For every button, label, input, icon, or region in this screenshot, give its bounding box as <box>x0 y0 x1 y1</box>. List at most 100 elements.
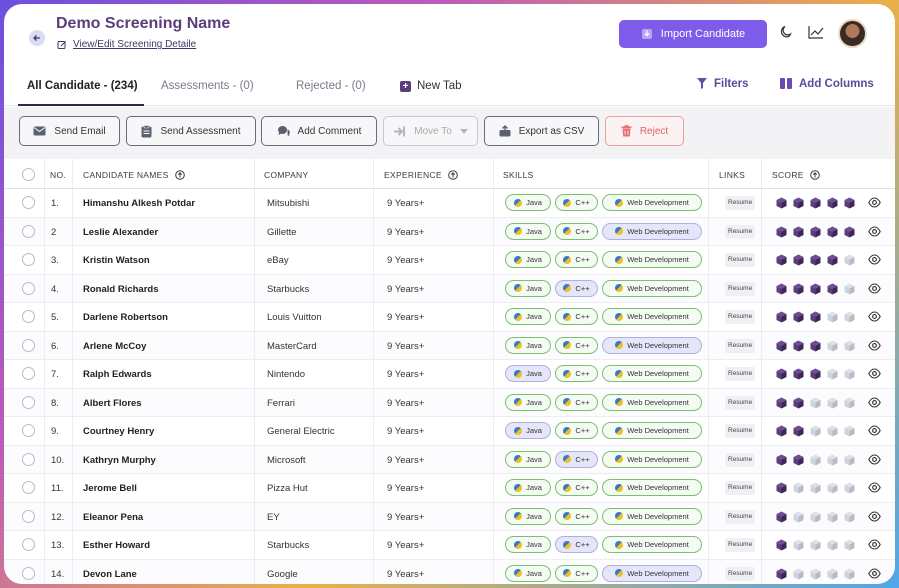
eye-icon[interactable] <box>868 339 881 351</box>
resume-link[interactable]: Resume <box>725 395 756 410</box>
resume-link[interactable]: Resume <box>725 538 756 552</box>
resume-link[interactable]: Resume <box>725 424 756 438</box>
row-checkbox[interactable] <box>22 509 35 523</box>
table-row[interactable]: 13. Esther Howard Starbucks 9 Years+ Java C++… <box>4 531 895 560</box>
table-row[interactable]: 1. Himanshu Alkesh Potdar Mitsubishi 9 Year… <box>4 189 895 218</box>
resume-link[interactable]: Resume <box>725 338 756 353</box>
skill-tag: Web Development <box>602 222 702 240</box>
eye-icon[interactable] <box>868 539 881 550</box>
row-checkbox[interactable] <box>22 424 35 437</box>
table-row[interactable]: 2 Leslie Alexander Gillette 9 Years+ Java C++… <box>4 217 895 246</box>
resume-link[interactable]: Resume <box>725 281 756 296</box>
eye-icon[interactable] <box>868 425 881 436</box>
resume-link[interactable]: Resume <box>725 367 756 381</box>
resume-link[interactable]: Resume <box>725 481 756 495</box>
candidate-name[interactable]: Eleanor Pena <box>83 512 143 523</box>
row-checkbox[interactable] <box>22 224 35 238</box>
score-cube-icon <box>844 482 855 494</box>
resume-link[interactable]: Resume <box>725 310 756 324</box>
resume-link[interactable]: Resume <box>725 509 756 524</box>
eye-icon[interactable] <box>868 254 881 265</box>
resume-link[interactable]: Resume <box>725 566 756 581</box>
send-email-button[interactable]: Send Email <box>19 116 120 146</box>
eye-icon[interactable] <box>868 510 881 522</box>
eye-icon[interactable] <box>868 482 881 493</box>
candidate-name[interactable]: Leslie Alexander <box>83 227 158 238</box>
skill-tag: Java <box>505 365 551 382</box>
table-row[interactable]: 7. Ralph Edwards Nintendo 9 Years+ Java C++ We… <box>4 360 895 389</box>
eye-icon[interactable] <box>868 567 881 579</box>
candidate-name[interactable]: Arlene McCoy <box>83 341 146 352</box>
row-checkbox[interactable] <box>22 395 35 409</box>
candidate-name[interactable]: Courtney Henry <box>83 426 154 437</box>
eye-icon[interactable] <box>868 453 881 465</box>
resume-link[interactable]: Resume <box>725 452 756 467</box>
candidate-name[interactable]: Darlene Robertson <box>83 312 168 323</box>
moon-icon[interactable] <box>779 25 793 39</box>
import-candidate-button[interactable]: Import Candidate <box>619 20 767 48</box>
candidate-name[interactable]: Esther Howard <box>83 540 150 551</box>
tab-all-candidates[interactable]: All Candidate - (234) <box>27 80 138 92</box>
candidate-name[interactable]: Devon Lane <box>83 569 137 580</box>
analytics-icon[interactable] <box>808 25 824 39</box>
row-checkbox[interactable] <box>22 566 35 580</box>
candidate-name[interactable]: Albert Flores <box>83 398 142 409</box>
tab-assessments[interactable]: Assessments - (0) <box>161 80 254 92</box>
table-row[interactable]: 14. Devon Lane Google 9 Years+ Java C++ Web De… <box>4 559 895 584</box>
resume-link[interactable]: Resume <box>725 196 756 210</box>
score-cube-icon <box>776 511 787 522</box>
col-experience[interactable]: EXPERIENCE <box>384 170 458 180</box>
select-all-checkbox[interactable] <box>22 168 35 181</box>
eye-icon[interactable] <box>868 396 881 408</box>
candidate-name[interactable]: Kristin Watson <box>83 255 150 266</box>
table-row[interactable]: 9. Courtney Henry General Electric 9 Years+… <box>4 417 895 446</box>
edit-screening-link[interactable]: View/Edit Screening Detaile <box>57 39 196 50</box>
table-row[interactable]: 6. Arlene McCoy MasterCard 9 Years+ Java C++ W… <box>4 331 895 360</box>
candidate-name[interactable]: Ralph Edwards <box>83 369 152 380</box>
filters-button[interactable]: Filters <box>696 77 749 90</box>
move-to-dropdown[interactable]: Move To <box>383 116 478 146</box>
tab-bar: All Candidate - (234) Assessments - (0) … <box>4 64 895 106</box>
eye-icon[interactable] <box>868 311 881 322</box>
user-avatar[interactable] <box>838 19 867 48</box>
table-row[interactable]: 3. Kristin Watson eBay 9 Years+ Java C++ Web D… <box>4 246 895 275</box>
table-row[interactable]: 8. Albert Flores Ferrari 9 Years+ Java C++ Web… <box>4 388 895 417</box>
tab-rejected[interactable]: Rejected - (0) <box>296 80 366 92</box>
candidate-name[interactable]: Himanshu Alkesh Potdar <box>83 198 195 209</box>
back-button[interactable] <box>29 30 45 46</box>
export-csv-button[interactable]: Export as CSV <box>484 116 599 146</box>
send-assessment-button[interactable]: Send Assessment <box>126 116 256 146</box>
col-score[interactable]: SCORE <box>772 170 820 180</box>
table-row[interactable]: 5. Darlene Robertson Louis Vuitton 9 Years+… <box>4 303 895 332</box>
row-checkbox[interactable] <box>22 452 35 466</box>
row-checkbox[interactable] <box>22 196 35 209</box>
row-checkbox[interactable] <box>22 310 35 323</box>
eye-icon[interactable] <box>868 197 881 208</box>
export-csv-label: Export as CSV <box>518 125 585 137</box>
eye-icon[interactable] <box>868 368 881 379</box>
resume-link[interactable]: Resume <box>725 253 756 267</box>
eye-icon[interactable] <box>868 282 881 294</box>
table-row[interactable]: 10. Kathryn Murphy Microsoft 9 Years+ Java C+… <box>4 445 895 474</box>
row-checkbox[interactable] <box>22 538 35 551</box>
table-row[interactable]: 12. Eleanor Pena EY 9 Years+ Java C++ Web Deve… <box>4 502 895 531</box>
eye-icon[interactable] <box>868 225 881 237</box>
resume-link[interactable]: Resume <box>725 224 756 239</box>
row-checkbox[interactable] <box>22 253 35 266</box>
row-checkbox[interactable] <box>22 281 35 295</box>
add-comment-button[interactable]: Add Comment <box>261 116 377 146</box>
candidate-name[interactable]: Jerome Bell <box>83 483 137 494</box>
table-row[interactable]: 11. Jerome Bell Pizza Hut 9 Years+ Java C++ We… <box>4 474 895 503</box>
row-checkbox[interactable] <box>22 338 35 352</box>
candidate-name[interactable]: Kathryn Murphy <box>83 455 156 466</box>
edit-icon <box>57 40 66 49</box>
reject-button[interactable]: Reject <box>605 116 684 146</box>
tab-new[interactable]: + New Tab <box>400 80 462 92</box>
row-checkbox[interactable] <box>22 481 35 494</box>
col-candidate-names[interactable]: CANDIDATE NAMES <box>83 170 185 180</box>
table-row[interactable]: 4. Ronald Richards Starbucks 9 Years+ Java C+… <box>4 274 895 303</box>
candidate-name[interactable]: Ronald Richards <box>83 284 159 295</box>
skill-label: Web Development <box>627 283 689 293</box>
row-checkbox[interactable] <box>22 367 35 380</box>
add-columns-button[interactable]: Add Columns <box>779 77 874 90</box>
